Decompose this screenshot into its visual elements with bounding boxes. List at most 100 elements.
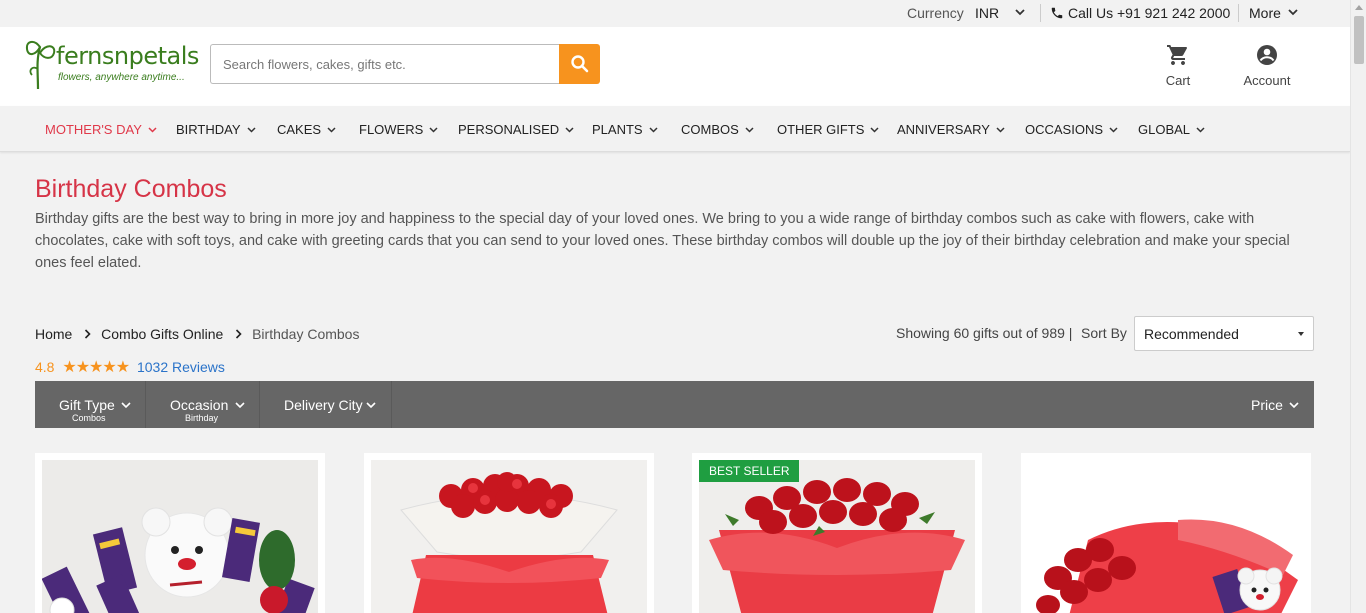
leaf-logo-icon — [25, 41, 56, 90]
chevron-down-icon — [870, 127, 879, 133]
filter-delivery-city[interactable]: Delivery City — [260, 381, 392, 428]
chevron-down-icon — [235, 402, 245, 409]
divider — [1238, 4, 1239, 22]
product-card[interactable] — [364, 453, 654, 613]
reviews-link[interactable]: Reviews — [172, 359, 225, 375]
nav-item-plants[interactable]: PLANTS — [592, 122, 658, 137]
call-us-link[interactable]: Call Us +91 921 242 2000 — [1068, 5, 1230, 21]
chevron-down-icon — [649, 127, 658, 133]
account-button[interactable]: Account — [1240, 43, 1294, 88]
phone-icon — [1051, 7, 1063, 19]
search-icon — [570, 55, 588, 73]
scroll-up-arrow-icon[interactable] — [1355, 5, 1363, 10]
chevron-down-icon — [429, 127, 438, 133]
chevron-down-icon — [565, 127, 574, 133]
cart-label: Cart — [1165, 73, 1191, 88]
chevron-down-icon — [1196, 127, 1205, 133]
chevron-down-icon — [1289, 402, 1299, 409]
filter-gift-type[interactable]: Gift Type Combos — [35, 381, 146, 428]
logo-tagline: flowers, anywhere anytime... — [58, 72, 185, 83]
nav-item-birthday[interactable]: BIRTHDAY — [176, 122, 256, 137]
logo[interactable]: fernsnpetals flowers, anywhere anytime..… — [24, 31, 199, 91]
nav-item-label: OCCASIONS — [1025, 122, 1104, 137]
page-title: Birthday Combos — [35, 175, 227, 203]
chevron-down-icon — [745, 127, 754, 133]
chevron-down-icon — [1109, 127, 1118, 133]
nav-item-personalised[interactable]: PERSONALISED — [458, 122, 574, 137]
scrollbar-thumb[interactable] — [1354, 16, 1364, 64]
sort-select[interactable]: Recommended — [1134, 316, 1314, 351]
filter-label: Occasion — [170, 397, 229, 413]
product-image — [699, 460, 975, 613]
chevron-down-icon — [247, 127, 256, 133]
page-scrollbar[interactable] — [1350, 0, 1366, 613]
account-icon — [1257, 45, 1277, 65]
breadcrumb: Home Combo Gifts Online Birthday Combos — [35, 326, 359, 342]
nav-item-label: COMBOS — [681, 122, 739, 137]
nav-item-mothers-day[interactable]: MOTHER'S DAY — [45, 122, 157, 137]
nav-item-label: PLANTS — [592, 122, 643, 137]
product-image — [42, 460, 318, 613]
nav-item-label: PERSONALISED — [458, 122, 560, 137]
site-header: fernsnpetals flowers, anywhere anytime..… — [0, 27, 1350, 106]
filter-value: Birthday — [185, 413, 219, 423]
nav-item-label: GLOBAL — [1138, 122, 1191, 137]
chevron-down-icon — [121, 402, 131, 409]
filter-bar: Gift Type Combos Occasion Birthday Deliv… — [35, 381, 1314, 428]
product-image — [1028, 460, 1304, 613]
main-nav: MOTHER'S DAY BIRTHDAY CAKES FLOWERS PERS… — [0, 106, 1350, 152]
filter-price[interactable]: Price — [1235, 381, 1314, 428]
filter-label: Price — [1251, 397, 1283, 413]
chevron-right-icon — [85, 329, 91, 339]
nav-item-label: BIRTHDAY — [176, 122, 241, 137]
results-count: Showing 60 gifts out of 989 | — [896, 325, 1073, 341]
nav-item-cakes[interactable]: CAKES — [277, 122, 336, 137]
breadcrumb-home[interactable]: Home — [35, 326, 72, 342]
product-card[interactable] — [1021, 453, 1311, 613]
filter-occasion[interactable]: Occasion Birthday — [146, 381, 260, 428]
search-bar — [210, 44, 600, 84]
nav-item-label: FLOWERS — [359, 122, 424, 137]
chevron-down-icon[interactable] — [1287, 6, 1299, 18]
rating-summary: 4.8 ★★★★★ 1032 Reviews — [35, 357, 225, 377]
nav-item-label: CAKES — [277, 122, 322, 137]
chevron-down-icon — [366, 402, 376, 409]
chevron-down-icon — [996, 127, 1005, 133]
nav-item-other-gifts[interactable]: OTHER GIFTS — [777, 122, 879, 137]
cart-button[interactable]: Cart — [1160, 43, 1196, 88]
nav-item-label: ANNIVERSARY — [897, 122, 990, 137]
chevron-down-icon — [327, 127, 336, 133]
currency-select[interactable]: INR — [975, 5, 999, 21]
caret-down-icon — [1298, 332, 1304, 336]
nav-item-occasions[interactable]: OCCASIONS — [1025, 122, 1118, 137]
search-input[interactable] — [210, 44, 559, 84]
breadcrumb-current: Birthday Combos — [252, 326, 360, 342]
top-utility-bar: Currency INR Call Us +91 921 242 2000 Mo… — [0, 0, 1350, 27]
nav-item-label: MOTHER'S DAY — [45, 122, 142, 137]
reviews-count[interactable]: 1032 — [137, 359, 168, 375]
divider — [1040, 4, 1041, 22]
product-card[interactable] — [35, 453, 325, 613]
account-label: Account — [1243, 73, 1291, 88]
chevron-down-icon[interactable] — [1014, 6, 1026, 18]
search-button[interactable] — [559, 44, 600, 84]
sort-selected-value: Recommended — [1144, 326, 1239, 342]
nav-item-combos[interactable]: COMBOS — [681, 122, 754, 137]
more-menu[interactable]: More — [1249, 5, 1281, 21]
nav-item-anniversary[interactable]: ANNIVERSARY — [897, 122, 1005, 137]
nav-item-label: OTHER GIFTS — [777, 122, 865, 137]
best-seller-badge: BEST SELLER — [699, 460, 800, 482]
filter-label: Gift Type — [59, 397, 115, 413]
cart-icon — [1167, 45, 1187, 65]
filter-value: Combos — [72, 413, 106, 423]
currency-label: Currency — [907, 5, 964, 21]
filter-label: Delivery City — [284, 397, 363, 413]
nav-item-global[interactable]: GLOBAL — [1138, 122, 1205, 137]
rating-score: 4.8 — [35, 359, 55, 375]
star-rating-icon: ★★★★★ — [62, 359, 130, 376]
product-image — [371, 460, 647, 613]
nav-item-flowers[interactable]: FLOWERS — [359, 122, 438, 137]
breadcrumb-combo-gifts[interactable]: Combo Gifts Online — [101, 326, 223, 342]
chevron-right-icon — [236, 329, 242, 339]
chevron-down-icon — [148, 127, 157, 133]
